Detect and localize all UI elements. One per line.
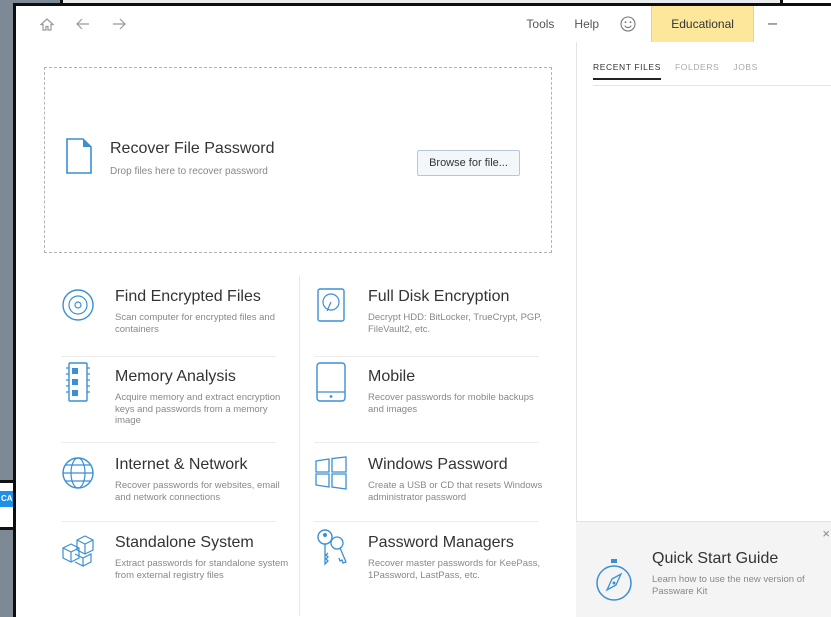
tile-description: Create a USB or CD that resets Windows a… (368, 480, 543, 503)
memory-icon (66, 362, 90, 402)
quick-start-description: Learn how to use the new version of Pass… (652, 574, 805, 597)
tab-jobs[interactable]: JOBS (733, 62, 758, 80)
tile-title: Mobile (368, 368, 416, 385)
tile-title: Find Encrypted Files (115, 288, 261, 305)
tile-description: Acquire memory and extract encryption ke… (115, 392, 281, 426)
passware-window: Tools Help Educational License – Recover… (13, 3, 831, 617)
tile-standalone-system[interactable]: Standalone System Extract passwords for … (61, 534, 291, 604)
tile-description: Decrypt HDD: BitLocker, TrueCrypt, PGP, … (368, 312, 543, 335)
windows-logo-icon (315, 456, 347, 490)
tile-description: Scan computer for encrypted files and co… (115, 312, 276, 335)
titlebar: Tools Help Educational License – (16, 6, 831, 67)
tile-title: Windows Password (368, 456, 508, 473)
menu-tools[interactable]: Tools (526, 17, 554, 31)
forward-arrow-icon[interactable] (108, 13, 130, 35)
disc-icon (62, 289, 94, 321)
tabs-underline (593, 85, 831, 86)
tile-title: Full Disk Encryption (368, 288, 510, 305)
tile-title: Password Managers (368, 534, 514, 551)
tab-recent-files[interactable]: RECENT FILES (593, 62, 661, 80)
tile-row-divider (61, 356, 276, 357)
tile-column-divider (299, 276, 300, 616)
minimize-button[interactable]: – (768, 15, 777, 33)
cubes-icon (62, 535, 94, 567)
quick-start-card[interactable]: Quick Start Guide Learn how to use the n… (576, 521, 831, 617)
tile-internet-network[interactable]: Internet & Network Recover passwords for… (61, 456, 291, 526)
keys-icon (317, 529, 347, 566)
tile-description: Recover master passwords for KeePass, 1P… (368, 558, 541, 581)
tile-full-disk-encryption[interactable]: Full Disk Encryption Decrypt HDD: BitLoc… (314, 288, 544, 358)
tile-row-divider (61, 442, 276, 443)
main-panel: Recover File Password Drop files here to… (16, 42, 576, 617)
tile-mobile[interactable]: Mobile Recover passwords for mobile back… (314, 362, 544, 438)
license-badge[interactable]: Educational License (651, 6, 755, 67)
tile-row-divider (61, 521, 276, 522)
tile-row-divider (314, 442, 539, 443)
tile-memory-analysis[interactable]: Memory Analysis Acquire memory and extra… (61, 362, 291, 438)
file-drop-zone[interactable]: Recover File Password Drop files here to… (44, 67, 552, 253)
tile-windows-password[interactable]: Windows Password Create a USB or CD that… (314, 456, 544, 526)
mobile-phone-icon (316, 362, 346, 402)
tile-row-divider (314, 356, 539, 357)
feedback-smiley-icon[interactable] (619, 15, 637, 33)
tile-title: Memory Analysis (115, 368, 236, 385)
hard-disk-icon (317, 288, 345, 322)
tab-folders[interactable]: FOLDERS (675, 62, 719, 80)
quick-start-title: Quick Start Guide (652, 550, 779, 567)
drop-zone-subtitle: Drop files here to recover password (110, 166, 268, 177)
back-arrow-icon[interactable] (72, 13, 94, 35)
drop-zone-title: Recover File Password (110, 140, 275, 157)
tile-find-encrypted-files[interactable]: Find Encrypted Files Scan computer for e… (61, 288, 291, 358)
menu-help[interactable]: Help (574, 17, 599, 31)
home-icon[interactable] (36, 13, 58, 35)
close-icon[interactable]: × (822, 526, 830, 541)
tile-description: Extract passwords for standalone system … (115, 558, 289, 581)
globe-icon (62, 457, 94, 489)
file-icon (66, 138, 92, 174)
side-tabs: RECENT FILES FOLDERS JOBS (593, 62, 758, 80)
compass-icon (596, 559, 632, 601)
tile-title: Standalone System (115, 534, 254, 551)
tile-password-managers[interactable]: Password Managers Recover master passwor… (314, 529, 544, 604)
tile-row-divider (314, 521, 539, 522)
tile-description: Recover passwords for websites, email an… (115, 480, 280, 503)
tile-title: Internet & Network (115, 456, 248, 473)
browse-for-file-button[interactable]: Browse for file... (417, 150, 520, 176)
tile-description: Recover passwords for mobile backups and… (368, 392, 534, 415)
